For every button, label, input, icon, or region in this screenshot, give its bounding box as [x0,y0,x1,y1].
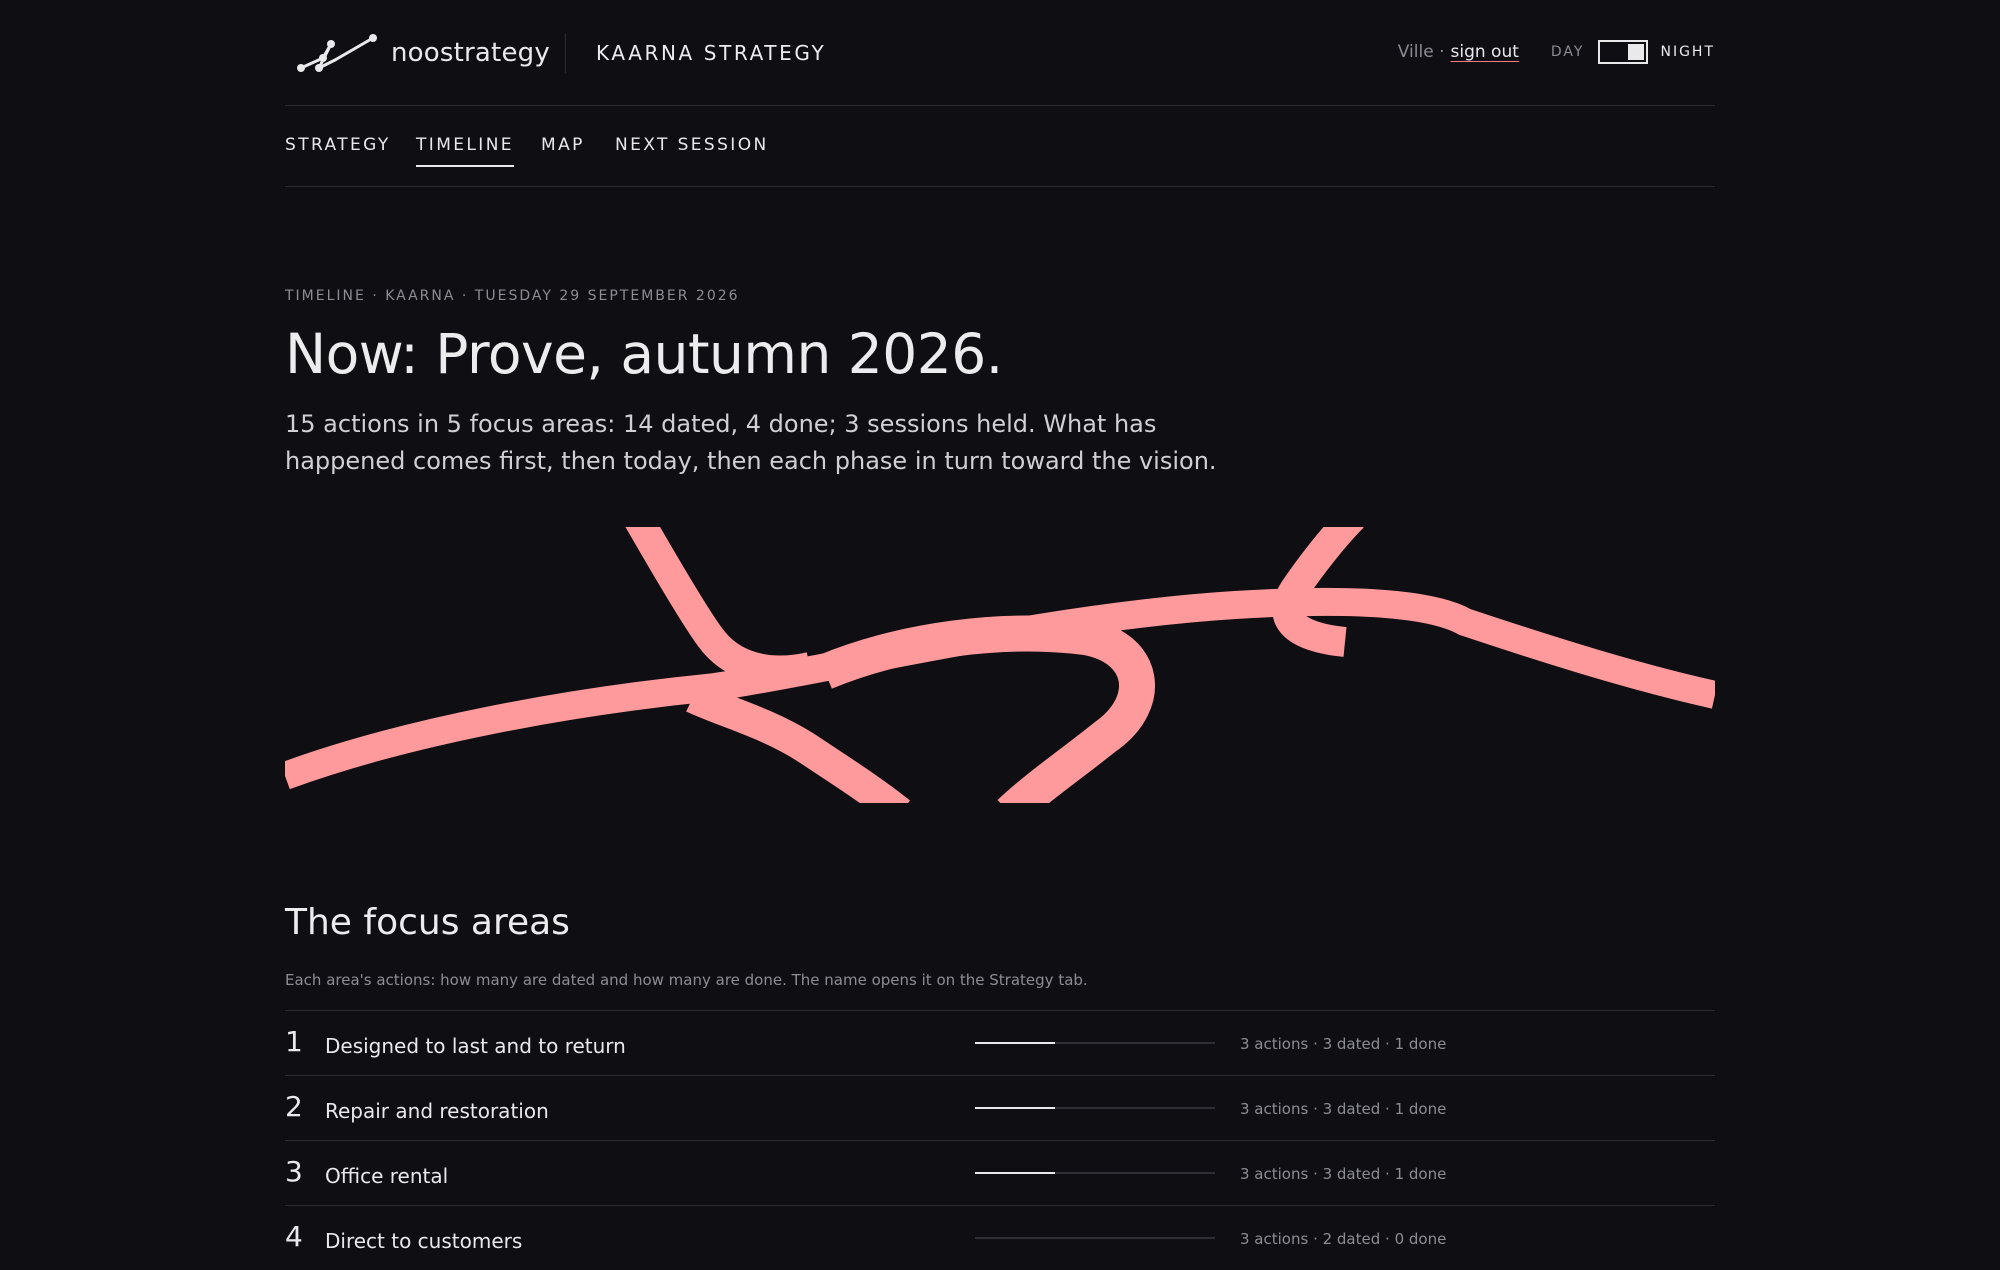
focus-area-progress [975,1237,1215,1239]
timeline-flow-graphic [285,527,1715,803]
focus-area-progress [975,1172,1215,1174]
focus-area-number: 2 [285,1090,303,1123]
night-label: NIGHT [1660,44,1715,60]
focus-area-number: 4 [285,1220,303,1253]
focus-area-progress-fill [975,1172,1055,1174]
focus-area-progress [975,1107,1215,1109]
focus-area-row[interactable]: 2 Repair and restoration 3 actions · 3 d… [285,1075,1715,1140]
focus-area-stats: 3 actions · 3 dated · 1 done [1240,1100,1447,1118]
page: noostrategy KAARNA STRATEGY Ville · sign… [285,0,1715,1253]
focus-area-row[interactable]: 4 Direct to customers 3 actions · 2 date… [285,1205,1715,1270]
focus-area-row[interactable]: 3 Office rental 3 actions · 3 dated · 1 … [285,1140,1715,1205]
page-title: Now: Prove, autumn 2026. [285,322,1003,386]
focus-area-name[interactable]: Repair and restoration [325,1099,549,1123]
focus-areas-subtitle: Each area's actions: how many are dated … [285,971,1088,989]
logo[interactable]: noostrategy [295,30,550,76]
tab-map[interactable]: MAP [541,135,585,165]
timeline-branch-upper-left [625,527,814,686]
timeline-branch-lower-left [686,682,910,803]
focus-areas-title: The focus areas [285,902,570,943]
focus-area-number: 1 [285,1025,303,1058]
main-tabs: STRATEGY TIMELINE MAP NEXT SESSION [285,105,1715,187]
org-title: KAARNA STRATEGY [596,41,827,65]
focus-area-stats: 3 actions · 2 dated · 0 done [1240,1230,1447,1248]
timeline-branch-upper-right [1272,527,1364,657]
header-divider [565,33,566,73]
user-name: Ville · [1397,42,1445,62]
constellation-logo-icon [297,34,377,72]
sign-out-link[interactable]: sign out [1451,42,1519,62]
focus-area-stats: 3 actions · 3 dated · 1 done [1240,1035,1447,1053]
focus-area-name[interactable]: Designed to last and to return [325,1034,626,1058]
focus-area-progress [975,1042,1215,1044]
tab-timeline[interactable]: TIMELINE [416,135,514,167]
page-summary: 15 actions in 5 focus areas: 14 dated, 4… [285,410,1217,475]
focus-area-row[interactable]: 1 Designed to last and to return 3 actio… [285,1010,1715,1075]
tab-next-session[interactable]: NEXT SESSION [615,135,769,165]
user-controls: Ville · sign out DAY NIGHT [1398,40,1715,64]
theme-toggle-knob [1628,44,1645,60]
tab-strategy[interactable]: STRATEGY [285,135,391,165]
page-eyebrow: TIMELINE · KAARNA · TUESDAY 29 SEPTEMBER… [285,288,740,304]
focus-area-name[interactable]: Office rental [325,1164,448,1188]
focus-area-progress-fill [975,1107,1055,1109]
focus-area-list: 1 Designed to last and to return 3 actio… [285,1010,1715,1270]
focus-area-number: 3 [285,1155,303,1188]
focus-area-name[interactable]: Direct to customers [325,1229,522,1253]
day-label: DAY [1550,44,1585,60]
theme-toggle[interactable] [1598,40,1649,64]
focus-area-progress-fill [975,1042,1055,1044]
app-header: noostrategy KAARNA STRATEGY Ville · sign… [285,0,1715,106]
focus-area-stats: 3 actions · 3 dated · 1 done [1240,1165,1447,1183]
logo-text: noostrategy [391,38,550,68]
